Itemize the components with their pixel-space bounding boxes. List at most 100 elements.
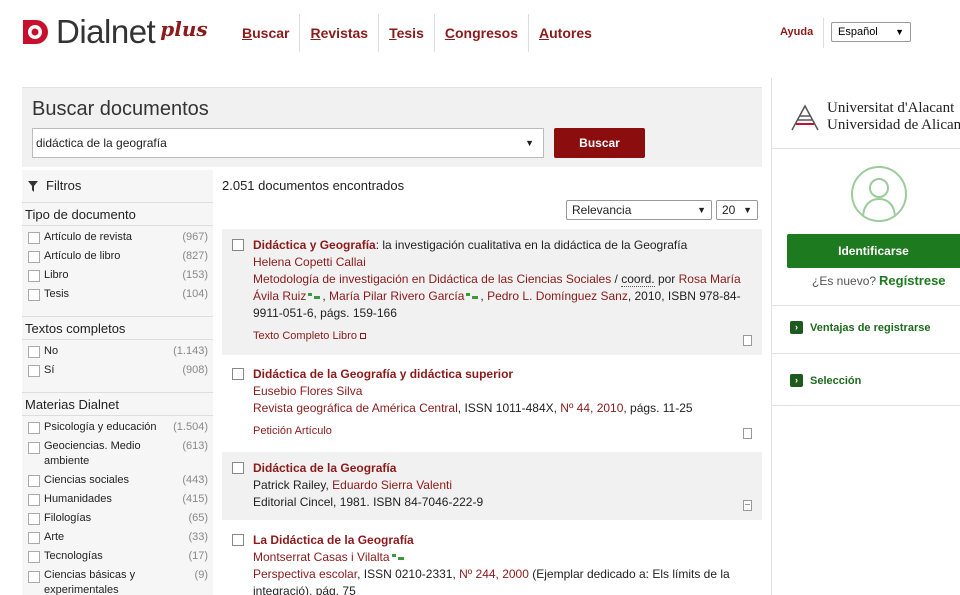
filter-item[interactable]: Libro (153)	[22, 266, 213, 285]
sort-select[interactable]: Relevancia ▼	[566, 200, 712, 220]
filter-item[interactable]: Artículo de libro (827)	[22, 247, 213, 266]
nav-tesis[interactable]: Tesis	[378, 14, 434, 52]
result-title[interactable]: Didáctica de la Geografía	[253, 461, 396, 475]
university-name-es: Universidad de Alicante	[827, 117, 960, 133]
filter-group-full-text: Textos completos No (1.143) Sí (908)	[22, 316, 213, 380]
chevron-right-icon: ›	[790, 321, 803, 334]
header: Dialnet plus Buscar Revistas Tesis Congr…	[0, 0, 960, 70]
checkbox[interactable]	[28, 289, 40, 301]
result-checkbox[interactable]	[232, 534, 244, 546]
coord-author[interactable]: María Pilar Rivero García	[329, 289, 464, 303]
main-nav: Buscar Revistas Tesis Congresos Autores	[232, 14, 602, 52]
filters-header[interactable]: Filtros	[28, 178, 81, 193]
document-icon[interactable]	[743, 428, 752, 439]
search-input[interactable]: didáctica de la geografía ▼	[32, 128, 544, 158]
filter-item[interactable]: Artículo de revista (967)	[22, 228, 213, 247]
document-lines-icon[interactable]	[743, 500, 752, 511]
divider	[772, 305, 960, 306]
per-page-select[interactable]: 20 ▼	[716, 200, 758, 220]
result-checkbox[interactable]	[232, 462, 244, 474]
filter-item[interactable]: Geociencias. Medio ambiente (613)	[22, 437, 213, 471]
register-link[interactable]: Regístrese	[879, 273, 945, 288]
network-icon[interactable]	[391, 554, 404, 561]
filter-item[interactable]: Tecnologías (17)	[22, 547, 213, 566]
coord-author[interactable]: Pedro L. Domínguez Sanz	[487, 289, 628, 303]
filter-item[interactable]: Tesis (104)	[22, 285, 213, 304]
language-select[interactable]: Español ▼	[831, 22, 911, 42]
checkbox[interactable]	[28, 571, 40, 583]
result-pages: , pág. 75	[309, 584, 356, 595]
filter-item[interactable]: Psicología y educación (1.504)	[22, 418, 213, 437]
result-author[interactable]: Eusebio Flores Silva	[253, 384, 362, 398]
results-count: 2.051 documentos encontrados	[222, 178, 405, 193]
result-subtitle: : la investigación cualitativa en la did…	[375, 238, 688, 252]
result-item: Didáctica de la Geografía Patrick Railey…	[222, 452, 762, 520]
divider	[772, 353, 960, 354]
advantages-link[interactable]: › Ventajas de registrarse	[790, 321, 930, 334]
chevron-right-icon: ›	[790, 374, 803, 387]
checkbox[interactable]	[28, 494, 40, 506]
university-logo[interactable]: Universitat d'Alacant Universidad de Ali…	[790, 100, 960, 134]
dialnet-logo-icon	[20, 17, 50, 47]
document-icon[interactable]	[743, 335, 752, 346]
logo-text: Dialnet	[56, 13, 156, 50]
result-title[interactable]: Didáctica de la Geografía y didáctica su…	[253, 367, 513, 381]
checkbox[interactable]	[28, 532, 40, 544]
network-icon[interactable]	[308, 293, 321, 300]
network-icon[interactable]	[466, 293, 479, 300]
result-issue[interactable]: Nº 244, 2000	[459, 567, 529, 581]
checkbox[interactable]	[28, 251, 40, 263]
help-link[interactable]: Ayuda	[780, 26, 813, 38]
filter-item[interactable]: Ciencias sociales (443)	[22, 471, 213, 490]
result-issn: , ISSN 1011-484X,	[457, 401, 557, 415]
filter-group-title[interactable]: Tipo de documento	[22, 202, 213, 226]
checkbox[interactable]	[28, 365, 40, 377]
nav-buscar[interactable]: Buscar	[232, 14, 299, 52]
filter-item[interactable]: Sí (908)	[22, 361, 213, 380]
nav-revistas[interactable]: Revistas	[299, 14, 378, 52]
filter-group-title[interactable]: Textos completos	[22, 316, 213, 340]
checkbox[interactable]	[28, 232, 40, 244]
result-issue[interactable]: Nº 44, 2010	[560, 401, 623, 415]
result-book[interactable]: Metodología de investigación en Didáctic…	[253, 272, 611, 286]
checkbox[interactable]	[28, 513, 40, 525]
result-title[interactable]: La Didáctica de la Geografía	[253, 533, 414, 547]
result-item: Didáctica y Geografía: la investigación …	[222, 229, 762, 355]
filter-item[interactable]: Humanidades (415)	[22, 490, 213, 509]
divider	[772, 405, 960, 406]
filter-item[interactable]: Ciencias básicas y experimentales (9)	[22, 566, 213, 595]
filter-group-title[interactable]: Materias Dialnet	[22, 392, 213, 416]
selection-link[interactable]: › Selección	[790, 374, 861, 387]
nav-autores[interactable]: Autores	[528, 14, 602, 52]
result-journal[interactable]: Perspectiva escolar	[253, 567, 357, 581]
search-button[interactable]: Buscar	[554, 128, 645, 158]
coord-abbr: coord.	[621, 272, 655, 287]
nav-congresos[interactable]: Congresos	[433, 14, 528, 52]
login-button[interactable]: Identificarse	[787, 234, 960, 268]
filter-item[interactable]: No (1.143)	[22, 342, 213, 361]
result-journal[interactable]: Revista geográfica de América Central	[253, 401, 458, 415]
filter-item[interactable]: Arte (33)	[22, 528, 213, 547]
checkbox[interactable]	[28, 270, 40, 282]
filters-panel: Filtros Tipo de documento Artículo de re…	[22, 170, 213, 595]
checkbox[interactable]	[28, 551, 40, 563]
checkbox[interactable]	[28, 442, 40, 454]
result-item: La Didáctica de la Geografía Montserrat …	[222, 524, 762, 595]
result-title[interactable]: Didáctica y Geografía	[253, 238, 376, 252]
result-issn: , ISSN 0210-2331,	[357, 567, 456, 581]
checkbox[interactable]	[28, 346, 40, 358]
result-checkbox[interactable]	[232, 368, 244, 380]
checkbox[interactable]	[28, 422, 40, 434]
university-name-ca: Universitat d'Alacant	[827, 100, 955, 116]
result-checkbox[interactable]	[232, 239, 244, 251]
result-author[interactable]: Helena Copetti Callai	[253, 255, 366, 269]
dialnet-logo[interactable]: Dialnet plus	[20, 14, 208, 50]
result-author[interactable]: Eduardo Sierra Valenti	[332, 478, 452, 492]
request-article-link[interactable]: Petición Artículo	[253, 425, 332, 437]
university-icon	[790, 102, 820, 132]
chevron-down-icon[interactable]: ▼	[525, 129, 534, 157]
result-author[interactable]: Montserrat Casas i Vilalta	[253, 550, 390, 564]
checkbox[interactable]	[28, 475, 40, 487]
filter-item[interactable]: Filologías (65)	[22, 509, 213, 528]
full-text-link[interactable]: Texto Completo Libro	[253, 330, 357, 342]
